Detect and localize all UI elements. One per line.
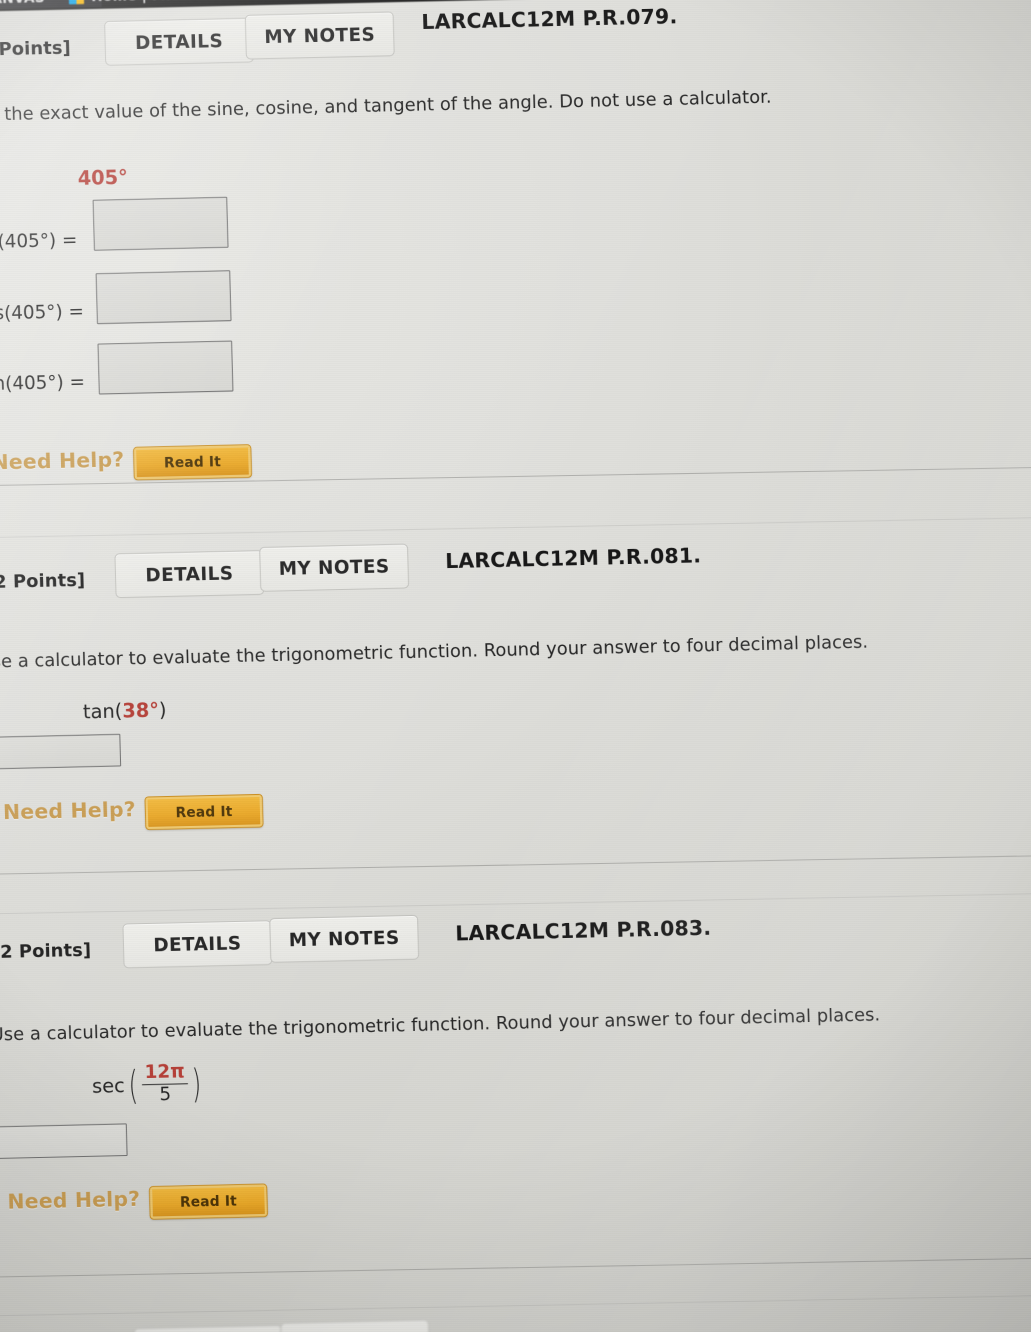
problem-1-tan-input[interactable] <box>97 340 234 395</box>
fraction-denominator: 5 <box>159 1084 172 1106</box>
left-paren-icon: ( <box>128 1062 139 1108</box>
problem-4-my-notes-button[interactable]: MY NOTES <box>280 1319 431 1332</box>
problem-1-code: LARCALC12M P.R.079. <box>421 3 678 35</box>
problem-1-cos-input[interactable] <box>95 270 232 325</box>
problem-3: [–/2 Points] DETAILS MY NOTES LARCALC12M… <box>0 895 1031 1267</box>
problem-3-details-button[interactable]: DETAILS <box>122 920 273 969</box>
problem-2-header: [–/2 Points] DETAILS MY NOTES LARCALC12M… <box>0 525 1031 607</box>
problem-3-code: LARCALC12M P.R.083. <box>454 915 712 946</box>
problem-1: [–/2 Points] DETAILS MY NOTES LARCALC12M… <box>0 0 1031 481</box>
browser-tab-microsoft365-label: Home | Microsoft 365 <box>91 0 261 4</box>
problem-3-answer-input[interactable] <box>0 1123 128 1160</box>
problem-2-need-help-label: Need Help? <box>2 796 137 825</box>
problem-3-fraction: 12π 5 <box>141 1060 189 1106</box>
problem-2-points: [–/2 Points] <box>0 570 86 594</box>
problem-4-details-button[interactable]: DETAILS <box>133 1324 284 1332</box>
problem-1-prompt: Find the exact value of the sine, cosine… <box>0 87 772 127</box>
problem-3-expression: sec ( 12π 5 ) <box>91 1060 204 1108</box>
problem-1-points: [–/2 Points] <box>0 38 72 61</box>
problem-1-cos-label: cos(405°) = <box>0 301 85 325</box>
fraction-numerator: 12π <box>144 1060 185 1084</box>
problem-2-read-it-button[interactable]: Read It <box>145 794 263 830</box>
problem-1-tan-label: tan(405°) = <box>0 371 86 396</box>
problem-1-details-button[interactable]: DETAILS <box>104 17 255 66</box>
problem-2-details-button[interactable]: DETAILS <box>114 549 265 599</box>
problem-2: [–/2 Points] DETAILS MY NOTES LARCALC12M… <box>0 525 1031 877</box>
problem-3-read-it-button[interactable]: Read It <box>149 1184 268 1219</box>
problem-2-prompt: Use a calculator to evaluate the trigono… <box>0 632 869 673</box>
problem-3-prompt: Use a calculator to evaluate the trigono… <box>0 1005 881 1046</box>
monitor-screen: CANVAS Home | Microsoft 365 [–/2 Points]… <box>0 0 1031 1332</box>
problem-4-partial: [–/2 Points] DETAILS MY NOTES <box>0 1290 1031 1332</box>
problem-3-points: [–/2 Points] <box>0 940 92 964</box>
microsoft-logo-icon <box>68 0 85 5</box>
problem-3-need-help-label: Need Help? <box>7 1186 141 1214</box>
problem-1-header: [–/2 Points] DETAILS MY NOTES LARCALC12M… <box>0 0 1031 80</box>
problem-1-sin-input[interactable] <box>92 196 229 251</box>
problem-1-sin-label: sin(405°) = <box>0 229 78 254</box>
problem-3-header: [–/2 Points] DETAILS MY NOTES LARCALC12M… <box>0 895 1031 977</box>
problem-1-my-notes-button[interactable]: MY NOTES <box>244 11 395 60</box>
problem-2-my-notes-button[interactable]: MY NOTES <box>259 543 410 592</box>
problem-2-answer-input[interactable] <box>0 733 122 770</box>
problem-1-need-help-label: Need Help? <box>0 447 125 475</box>
right-paren-icon: ) <box>191 1061 202 1107</box>
assignment-page: [–/2 Points] DETAILS MY NOTES LARCALC12M… <box>0 0 1031 1332</box>
problem-1-read-it-button[interactable]: Read It <box>133 445 252 480</box>
problem-1-angle: 405° <box>77 166 129 190</box>
browser-tab-canvas-label: CANVAS <box>0 0 45 7</box>
problem-2-code: LARCALC12M P.R.081. <box>444 543 702 574</box>
screen-photo: CANVAS Home | Microsoft 365 [–/2 Points]… <box>0 0 1031 1332</box>
problem-3-my-notes-button[interactable]: MY NOTES <box>269 914 420 964</box>
problem-3-sec-label: sec <box>91 1074 126 1098</box>
problem-2-expression: tan(38°) <box>82 699 167 724</box>
